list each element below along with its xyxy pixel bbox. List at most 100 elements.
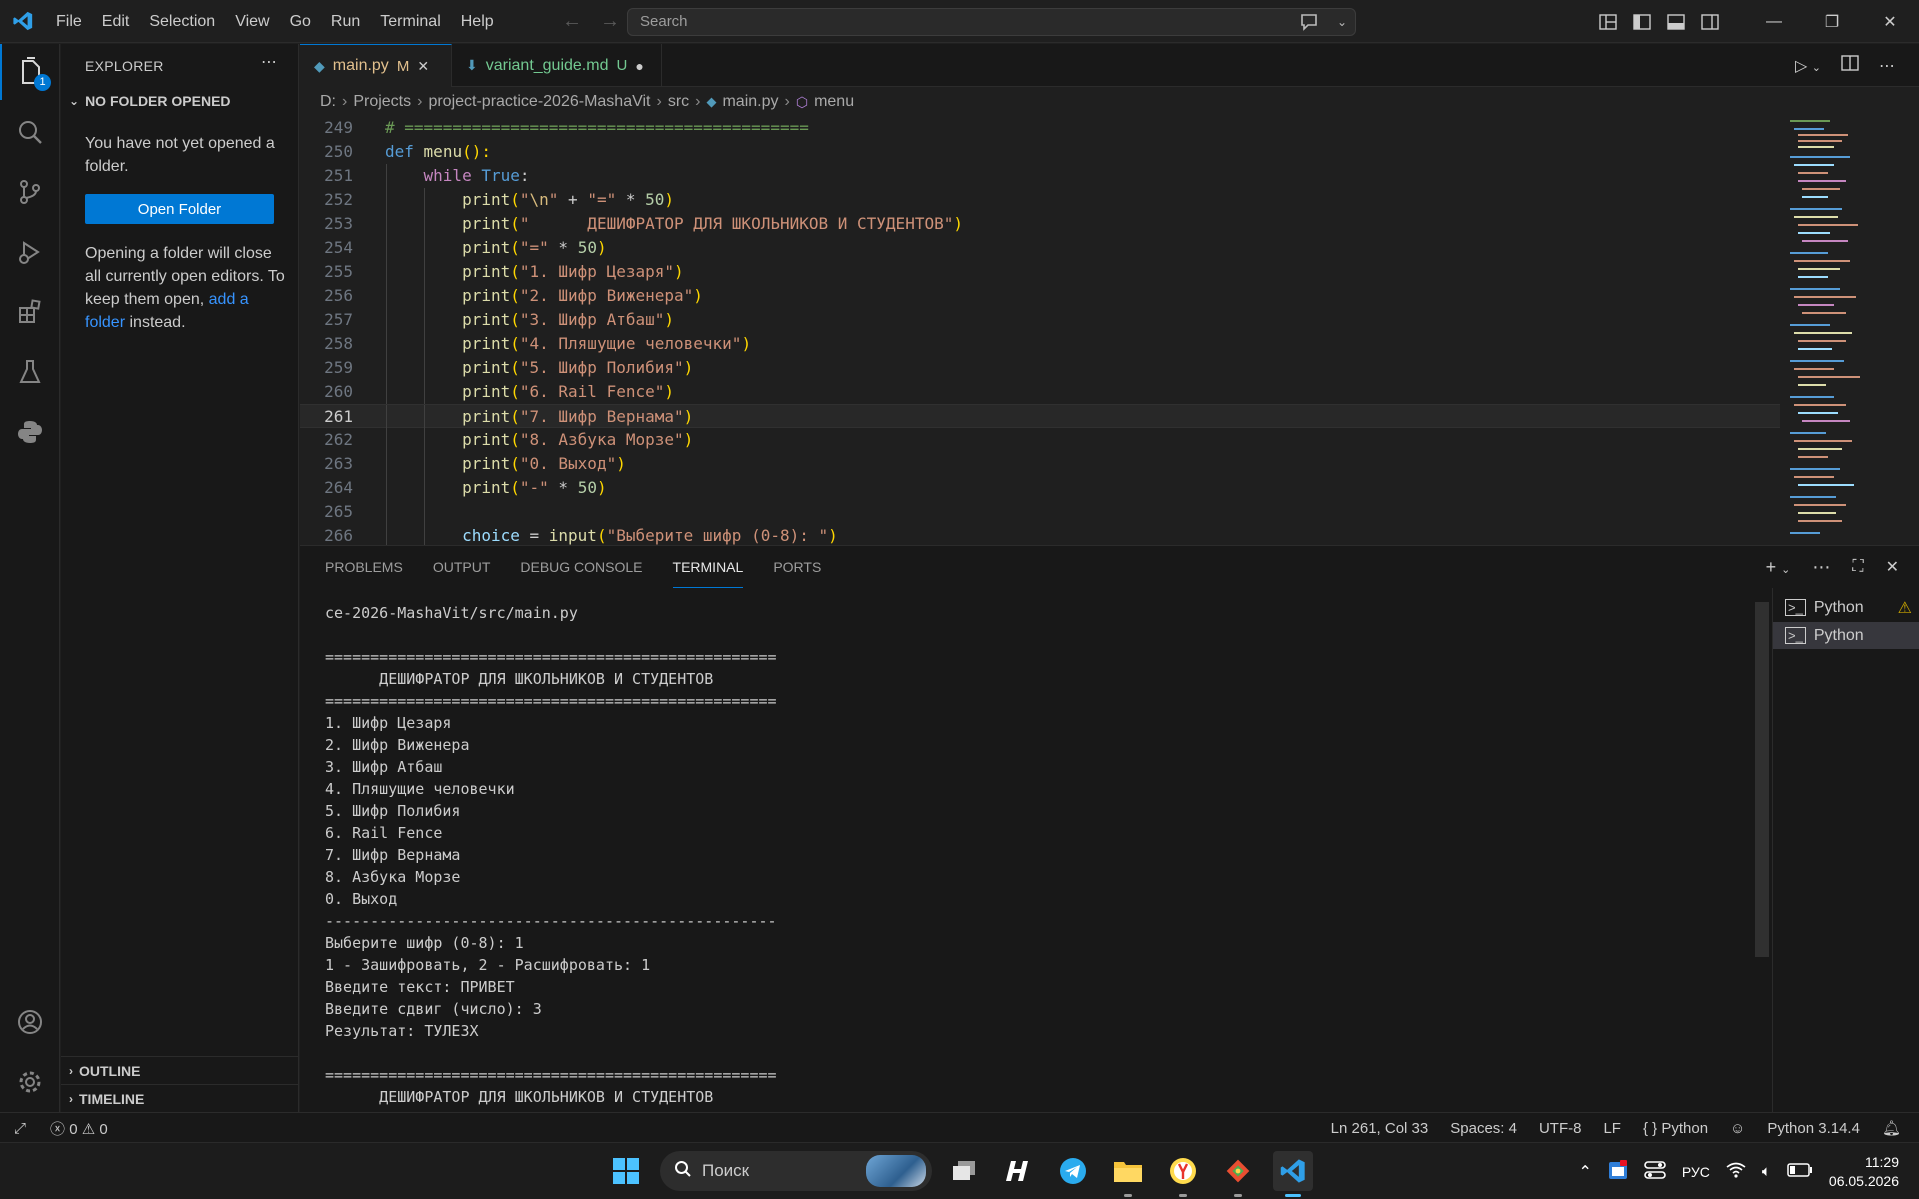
split-editor-icon[interactable] xyxy=(1841,55,1859,76)
close-window-button[interactable]: ✕ xyxy=(1861,0,1919,43)
maximize-panel-icon[interactable]: ⛶ xyxy=(1852,558,1863,576)
run-and-debug-icon[interactable] xyxy=(0,224,60,280)
back-arrow-icon[interactable]: ← xyxy=(562,10,582,33)
wifi-icon[interactable] xyxy=(1726,1162,1746,1182)
chevron-down-icon[interactable]: ⌄ xyxy=(1337,15,1347,29)
terminal-scrollbar[interactable] xyxy=(1755,602,1769,957)
hyper-app-icon[interactable] xyxy=(998,1151,1038,1191)
menu-help[interactable]: Help xyxy=(451,0,504,43)
menu-edit[interactable]: Edit xyxy=(92,0,140,43)
copilot-chat-icon xyxy=(1301,14,1317,31)
cursor-position[interactable]: Ln 261, Col 33 xyxy=(1331,1120,1429,1137)
extensions-icon[interactable] xyxy=(0,284,60,340)
terminal-line: 8. Азбука Морзе xyxy=(325,868,461,886)
menu-go[interactable]: Go xyxy=(280,0,321,43)
battery-icon[interactable] xyxy=(1787,1162,1813,1181)
run-python-icon[interactable]: ▷ ⌄ xyxy=(1795,56,1821,76)
terminal-entry-python[interactable]: >_ Python ⚠ xyxy=(1773,594,1919,621)
search-icon[interactable] xyxy=(0,104,60,160)
terminal-line: 7. Шифр Вернама xyxy=(325,846,461,864)
no-folder-section-header[interactable]: ⌄ NO FOLDER OPENED xyxy=(69,93,231,109)
taskbar-search[interactable]: Поиск xyxy=(660,1151,932,1191)
yandex-browser-icon[interactable] xyxy=(1163,1151,1203,1197)
problems-status[interactable]: ⓧ 0 ⚠ 0 xyxy=(50,1118,108,1139)
testing-flask-icon[interactable] xyxy=(0,344,60,400)
menu-terminal[interactable]: Terminal xyxy=(370,0,450,43)
volume-icon[interactable]: 🔈︎ xyxy=(1762,1163,1771,1180)
more-actions-icon[interactable]: ⋯ xyxy=(1879,56,1895,76)
explorer-icon[interactable]: 1 xyxy=(0,44,60,100)
toggle-settings-icon[interactable] xyxy=(1644,1160,1666,1184)
copilot-chat-button[interactable]: ⌄ xyxy=(1290,8,1356,36)
timeline-section[interactable]: › TIMELINE xyxy=(61,1084,299,1112)
settings-gear-icon[interactable] xyxy=(0,1054,60,1110)
breadcrumb-item[interactable]: D: xyxy=(320,93,336,111)
toggle-panel-icon[interactable] xyxy=(1659,0,1693,43)
breadcrumb-item[interactable]: main.py xyxy=(722,93,778,111)
language-mode[interactable]: { } Python xyxy=(1643,1120,1708,1137)
tab-output[interactable]: OUTPUT xyxy=(433,546,491,588)
tab-main-py[interactable]: ◆ main.py M ✕ xyxy=(300,44,452,87)
window-controls: — ❐ ✕ xyxy=(1591,0,1919,43)
restore-button[interactable]: ❐ xyxy=(1803,0,1861,43)
chevron-up-icon[interactable]: ⌃ xyxy=(1578,1162,1591,1182)
open-folder-button[interactable]: Open Folder xyxy=(85,194,274,224)
file-explorer-icon[interactable] xyxy=(1108,1151,1148,1197)
tab-ports[interactable]: PORTS xyxy=(773,546,821,588)
python-interpreter[interactable]: Python 3.14.4 xyxy=(1767,1120,1860,1137)
indentation[interactable]: Spaces: 4 xyxy=(1450,1120,1517,1137)
terminal-output[interactable]: ce-2026-MashaVit/src/main.py ============… xyxy=(325,602,1725,1112)
windows-start-icon[interactable] xyxy=(606,1151,646,1191)
unsaved-dot-icon[interactable]: ● xyxy=(635,58,643,74)
search-highlight-image xyxy=(866,1155,926,1187)
toggle-primary-sidebar-icon[interactable] xyxy=(1625,0,1659,43)
toggle-secondary-sidebar-icon[interactable] xyxy=(1693,0,1727,43)
more-actions-icon[interactable]: ⋯ xyxy=(1812,557,1830,578)
telegram-icon[interactable] xyxy=(1053,1151,1093,1191)
folder-note: Opening a folder will close all currentl… xyxy=(85,242,285,334)
tab-terminal[interactable]: TERMINAL xyxy=(672,546,744,588)
vscode-taskbar-icon[interactable] xyxy=(1273,1151,1313,1197)
clock-date: 06.05.2026 xyxy=(1828,1172,1899,1189)
copilot-status-icon[interactable]: ☺ xyxy=(1730,1120,1745,1137)
close-panel-icon[interactable]: ✕ xyxy=(1886,557,1899,577)
menu-selection[interactable]: Selection xyxy=(139,0,225,43)
more-actions-icon[interactable]: ⋯ xyxy=(261,52,277,72)
customize-layout-icon[interactable] xyxy=(1591,0,1625,43)
terminal-entry-python-active[interactable]: >_ Python xyxy=(1773,622,1919,649)
notifications-bell-icon[interactable]: 🔔︎ xyxy=(1882,1119,1901,1137)
minimize-button[interactable]: — xyxy=(1745,0,1803,43)
calendar-app-icon[interactable] xyxy=(1608,1159,1628,1184)
breadcrumb-item[interactable]: src xyxy=(668,93,689,111)
menu-run[interactable]: Run xyxy=(321,0,370,43)
tab-debug-console[interactable]: DEBUG CONSOLE xyxy=(520,546,642,588)
menu-file[interactable]: File xyxy=(46,0,92,43)
breadcrumb-item[interactable]: project-practice-2026-MashaVit xyxy=(428,93,650,111)
python-icon[interactable] xyxy=(0,404,60,460)
input-language[interactable]: РУС xyxy=(1682,1164,1710,1180)
new-terminal-icon[interactable]: + ⌄ xyxy=(1766,557,1791,578)
tab-problems[interactable]: PROBLEMS xyxy=(325,546,403,588)
accounts-icon[interactable] xyxy=(0,994,60,1050)
remote-icon[interactable]: ⤢ xyxy=(14,1120,26,1137)
outline-section[interactable]: › OUTLINE xyxy=(61,1056,299,1084)
end-of-line[interactable]: LF xyxy=(1603,1120,1621,1137)
code-line: 265 xyxy=(300,500,1780,524)
git-app-icon[interactable] xyxy=(1218,1151,1258,1197)
menu-view[interactable]: View xyxy=(225,0,279,43)
clock[interactable]: 11:29 06.05.2026 xyxy=(1829,1153,1899,1191)
code-editor[interactable]: 249 # ===================================… xyxy=(300,116,1780,548)
breadcrumb-item[interactable]: menu xyxy=(814,93,854,111)
encoding[interactable]: UTF-8 xyxy=(1539,1120,1582,1137)
source-control-icon[interactable] xyxy=(0,164,60,220)
tab-variant-guide[interactable]: ⬇ variant_guide.md U ● xyxy=(452,44,662,87)
forward-arrow-icon[interactable]: → xyxy=(600,10,620,33)
command-center-search[interactable]: Search xyxy=(627,8,1356,36)
task-view-icon[interactable] xyxy=(944,1151,984,1191)
minimap[interactable] xyxy=(1780,116,1919,546)
timeline-label: TIMELINE xyxy=(79,1090,145,1107)
close-tab-icon[interactable]: ✕ xyxy=(417,58,429,75)
error-count: 0 xyxy=(69,1120,78,1138)
active-indicator xyxy=(1285,1194,1301,1197)
breadcrumb-item[interactable]: Projects xyxy=(353,93,411,111)
